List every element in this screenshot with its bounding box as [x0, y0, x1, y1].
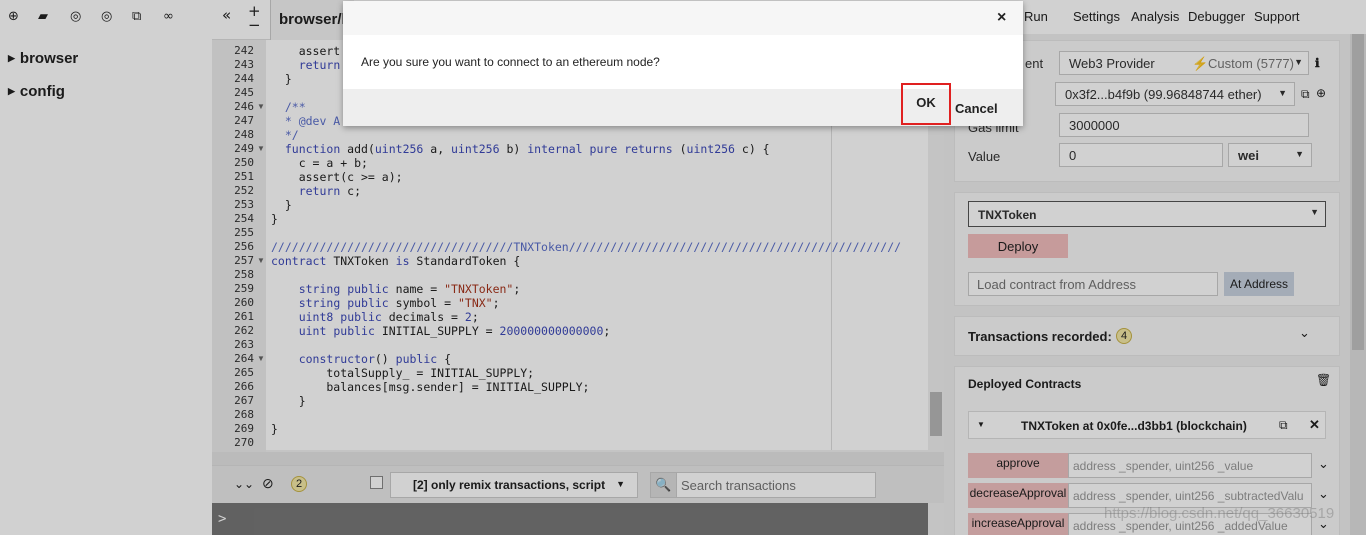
dialog-header: × [343, 1, 1023, 35]
close-icon[interactable]: × [997, 9, 1006, 27]
dialog-message: Are you sure you want to connect to an e… [361, 55, 660, 69]
dialog-body: Are you sure you want to connect to an e… [343, 35, 1023, 89]
cancel-button[interactable]: Cancel [955, 101, 998, 116]
remix-ide: ⊕ ▰ ◎ ◎ ⧉ ∞ ▶ browser ▶ config « + − brows… [0, 0, 1366, 535]
ok-button[interactable]: OK [901, 83, 951, 125]
